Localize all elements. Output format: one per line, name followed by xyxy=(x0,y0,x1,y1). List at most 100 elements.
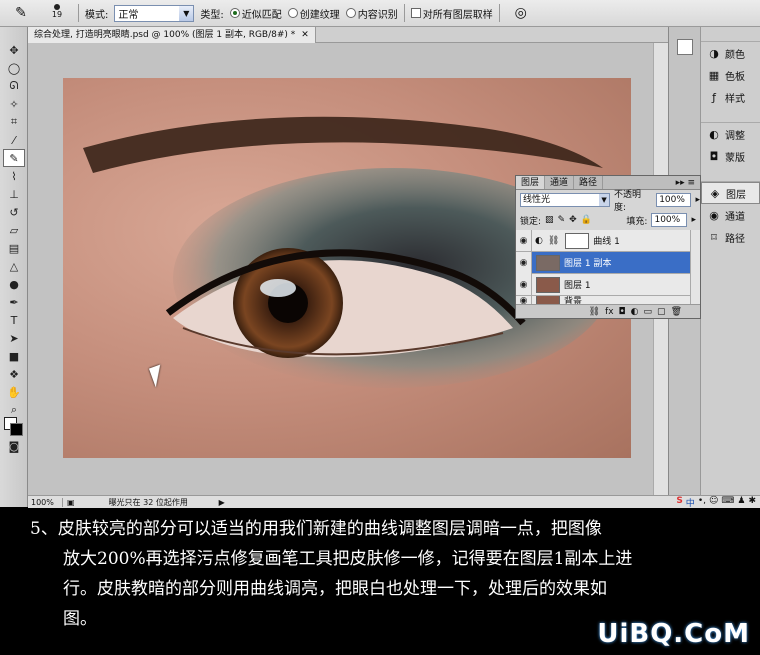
info-icon[interactable]: ▣ xyxy=(63,498,79,507)
ime-toolbar: S 中 •, ☺ ⌨ ♟ ✱ xyxy=(676,496,760,509)
punct-icon[interactable]: •, xyxy=(698,496,706,509)
eyedropper-tool-icon[interactable]: ⁄ xyxy=(3,131,25,149)
dock-item-paths[interactable]: ⌑ 路径 xyxy=(701,226,760,248)
collapsed-panel-icon[interactable] xyxy=(676,39,693,55)
radio-proximity-match[interactable]: 近似匹配 xyxy=(229,6,282,21)
layer-thumb xyxy=(536,276,560,293)
dock-item-styles[interactable]: ƒ 样式 xyxy=(701,86,760,108)
layer-row-layer1[interactable]: ◉ 图层 1 xyxy=(516,273,700,296)
trash-icon[interactable]: 🗑 xyxy=(671,307,682,317)
crop-tool-icon[interactable]: ⌗ xyxy=(3,113,25,131)
fill-input[interactable]: 100% xyxy=(651,213,688,227)
emoji-icon[interactable]: ☺ xyxy=(709,496,718,509)
opacity-label: 不透明度: xyxy=(614,190,642,213)
mode-label: 模式: xyxy=(85,9,109,21)
move-tool-icon[interactable]: ✥ xyxy=(3,41,25,59)
brush-tool-icon[interactable]: ⌇ xyxy=(3,167,25,185)
tab-paths[interactable]: 路径 xyxy=(574,176,604,189)
fill-value: 100% xyxy=(654,215,681,225)
pen-tool-icon[interactable]: ✒ xyxy=(3,293,25,311)
new-layer-icon[interactable]: ▢ xyxy=(657,307,666,317)
eye-icon[interactable]: ◉ xyxy=(516,251,532,274)
layers-scrollbar[interactable] xyxy=(690,230,700,306)
radio-create-texture[interactable]: 创建纹理 xyxy=(287,6,340,21)
channels-icon: ◉ xyxy=(709,208,719,222)
radio-icon xyxy=(345,8,356,18)
brush-size-picker[interactable]: 19 xyxy=(42,2,72,24)
divider xyxy=(78,4,79,22)
user-icon[interactable]: ♟ xyxy=(737,496,745,509)
status-menu-arrow-icon[interactable]: ▶ xyxy=(219,498,225,507)
brush-size-value: 19 xyxy=(51,10,63,19)
close-icon[interactable]: ✕ xyxy=(301,27,309,43)
hand-tool-icon[interactable]: ✋ xyxy=(3,383,25,401)
layer-row-curves[interactable]: ◉ ◐ ⛓ 曲线 1 xyxy=(516,229,700,252)
new-group-icon[interactable]: ▭ xyxy=(644,307,653,317)
opacity-arrow-icon[interactable]: ▸ xyxy=(695,195,700,205)
tab-layers[interactable]: 图层 xyxy=(516,176,546,189)
marquee-tool-icon[interactable]: ◯ xyxy=(3,59,25,77)
blend-mode-select[interactable]: 线性光 ▼ xyxy=(520,193,611,207)
dock-item-layers[interactable]: ◈ 图层 xyxy=(701,182,760,204)
link-layers-icon[interactable]: ⛓ xyxy=(589,307,600,317)
fx-icon[interactable]: fx xyxy=(605,307,614,317)
mask-icon: ◘ xyxy=(709,149,719,163)
add-mask-icon[interactable]: ◘ xyxy=(619,307,626,317)
blur-tool-icon[interactable]: △ xyxy=(3,257,25,275)
swatches-icon: ▦ xyxy=(708,68,720,82)
lock-all-icon[interactable]: 🔒 xyxy=(581,215,592,225)
dock-item-channels[interactable]: ◉ 通道 xyxy=(701,204,760,226)
chevron-down-icon: ▼ xyxy=(599,194,610,206)
mode-select[interactable]: 正常 ▼ xyxy=(114,4,195,22)
dock-item-swatches[interactable]: ▦ 色板 xyxy=(701,64,760,86)
layer-thumb xyxy=(536,254,560,271)
panel-menu-icon[interactable]: ▸▸ ≡ xyxy=(671,176,700,189)
ime-indicator[interactable]: 中 xyxy=(686,496,695,509)
caption-line: 行。皮肤教暗的部分则用曲线调亮，把眼白也处理一下，处理后的效果如 xyxy=(63,579,607,599)
zoom-level[interactable]: 100% xyxy=(28,497,63,507)
tab-channels[interactable]: 通道 xyxy=(545,176,575,189)
lasso-tool-icon[interactable]: ᘏ xyxy=(3,77,25,95)
opacity-input[interactable]: 100% xyxy=(656,193,692,207)
document-tab[interactable]: 综合处理, 打造明亮眼睛.psd @ 100% (图层 1 副本, RGB/8#… xyxy=(28,26,316,43)
background-color-swatch[interactable] xyxy=(10,423,23,436)
path-select-tool-icon[interactable]: ➤ xyxy=(3,329,25,347)
radio-content-aware[interactable]: 内容识别 xyxy=(345,6,398,21)
fill-arrow-icon[interactable]: ▸ xyxy=(691,215,700,225)
type-tool-icon[interactable]: T xyxy=(3,311,25,329)
settings-icon[interactable]: ✱ xyxy=(748,496,756,509)
pressure-icon[interactable]: ◎ xyxy=(506,3,536,23)
caption-line: 5、皮肤较亮的部分可以适当的用我们新建的曲线调整图层调暗一点，把图像 xyxy=(30,519,602,539)
mode-value: 正常 xyxy=(118,9,139,21)
dock-item-masks[interactable]: ◘ 蒙版 xyxy=(701,145,760,167)
shape-tool-icon[interactable]: ■ xyxy=(3,347,25,365)
lock-label: 锁定: xyxy=(520,216,542,227)
spot-healing-brush-icon[interactable]: ✎ xyxy=(6,3,36,23)
dock-group-layers: ◈ 图层 ◉ 通道 ⌑ 路径 xyxy=(701,181,760,248)
3d-rotate-tool-icon[interactable]: ❖ xyxy=(3,365,25,383)
spot-healing-tool-icon[interactable]: ✎ xyxy=(3,149,25,167)
dock-item-label: 色板 xyxy=(725,71,745,83)
eraser-tool-icon[interactable]: ▱ xyxy=(3,221,25,239)
dock-item-color[interactable]: ◑ 颜色 xyxy=(701,42,760,64)
dock-item-adjustments[interactable]: ◐ 调整 xyxy=(701,123,760,145)
sample-all-layers-checkbox[interactable]: 对所有图层取样 xyxy=(410,6,493,21)
sogou-icon[interactable]: S xyxy=(676,496,682,509)
eye-icon[interactable]: ◉ xyxy=(516,273,532,296)
eye-icon[interactable]: ◉ xyxy=(516,229,532,252)
lock-pixels-icon[interactable]: ✎ xyxy=(558,215,566,225)
dodge-tool-icon[interactable]: ● xyxy=(3,275,25,293)
dock-item-label: 蒙版 xyxy=(725,152,745,164)
adjustment-layer-icon: ◐ xyxy=(535,235,543,246)
quick-select-tool-icon[interactable]: ✧ xyxy=(3,95,25,113)
quick-mask-icon[interactable]: ◙ xyxy=(3,437,25,455)
layer-row-copy[interactable]: ◉ 图层 1 副本 xyxy=(516,251,700,274)
new-adjustment-icon[interactable]: ◐ xyxy=(631,307,639,317)
keyboard-icon[interactable]: ⌨ xyxy=(721,496,734,509)
history-brush-tool-icon[interactable]: ↺ xyxy=(3,203,25,221)
gradient-tool-icon[interactable]: ▤ xyxy=(3,239,25,257)
lock-transparency-icon[interactable]: ▨ xyxy=(545,215,554,225)
lock-position-icon[interactable]: ✥ xyxy=(569,215,577,225)
clone-stamp-tool-icon[interactable]: ⊥ xyxy=(3,185,25,203)
radio-label: 创建纹理 xyxy=(299,9,340,21)
